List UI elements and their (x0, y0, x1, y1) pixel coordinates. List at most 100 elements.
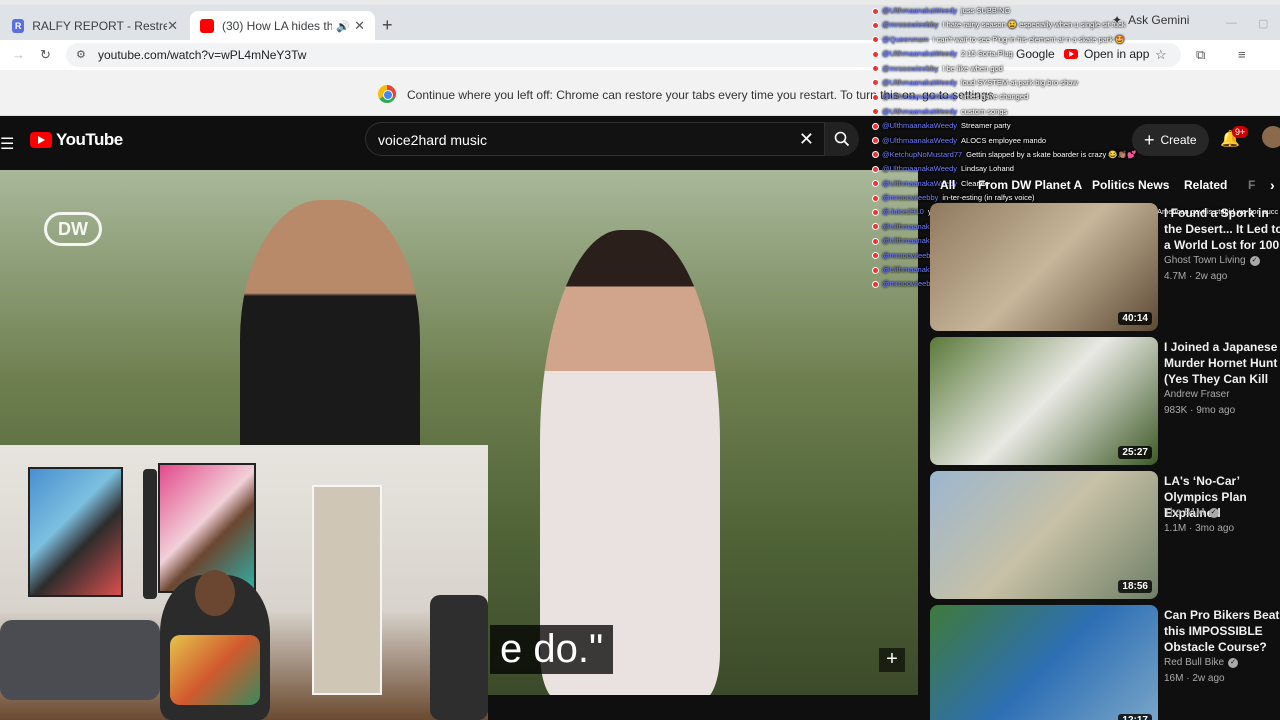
clear-search-icon[interactable]: ✕ (799, 129, 814, 150)
tab-restream[interactable]: R RALFY REPORT - Restream ✕ (2, 11, 188, 41)
upload-age: 3mo ago (1195, 523, 1235, 534)
youtube-favicon-icon (200, 19, 214, 33)
youtube-chat-icon (872, 266, 879, 274)
video-duration: 25:27 (1118, 446, 1152, 459)
video-title[interactable]: Can Pro Bikers Beat this IMPOSSIBLE Obst… (1164, 607, 1280, 655)
search-input[interactable]: voice2hard music ✕ (365, 122, 825, 156)
chat-username: @UlthmaanakaWeedy (882, 77, 958, 87)
chat-message: @UlthmaanakaWeedy Streamer party (868, 119, 1280, 133)
streamer-shirt (170, 635, 260, 705)
view-count: 16M (1164, 673, 1184, 684)
related-video-item[interactable]: 18:56 LA's ‘No-Car’ Olympics Plan Explain… (930, 471, 1280, 601)
youtube-chat-icon (872, 180, 879, 188)
chip-politics-news[interactable]: Politics News (1090, 174, 1171, 196)
chat-message: @UlthmaanakaWeedy custom songs (868, 105, 1280, 119)
chat-message: @UlthmaanakaWeedy 2:15 Sorta.Plug (868, 47, 1280, 61)
view-count: 983K (1164, 405, 1188, 416)
hamburger-menu-icon[interactable]: ☰ (0, 134, 14, 154)
youtube-chat-icon (872, 108, 879, 116)
verified-check-icon: ✓ (1249, 255, 1260, 266)
related-video-item[interactable]: 40:14 I Found a Spork in the Desert... It… (930, 203, 1280, 333)
couch (0, 620, 160, 700)
tab-title: RALFY REPORT - Restream (32, 19, 168, 33)
chrome-icon (378, 85, 396, 103)
youtube-chat-icon (872, 7, 879, 15)
youtube-logo[interactable]: YouTube (30, 130, 123, 150)
video-duration: 12:17 (1118, 714, 1152, 720)
new-tab-icon[interactable]: + (382, 15, 393, 36)
youtube-wordmark: YouTube (56, 130, 123, 149)
chip-all[interactable]: All (938, 174, 957, 196)
chat-text: i can't wait to see Plug in his element … (932, 34, 1125, 44)
chat-message: @UlthmaanakaWeedy ALOCS employee mando (868, 134, 1280, 148)
chat-username: @mrooowieebby (882, 63, 939, 73)
chat-username: @KetchupNoMustard77 (882, 149, 963, 159)
youtube-chat-icon (872, 122, 879, 130)
upload-age: 9mo ago (1196, 405, 1236, 416)
add-icon[interactable]: + (879, 648, 905, 672)
chat-username: @UlthmaanakaWeedy (882, 6, 958, 15)
chat-username: @UlthmaanakaWeedy (882, 121, 958, 131)
video-thumbnail[interactable]: 25:27 (930, 337, 1158, 465)
close-tab-icon[interactable]: ✕ (354, 18, 365, 34)
chat-message: @UlthmaanakaWeedy times have changed (868, 90, 1280, 104)
site-info-icon[interactable]: ⚙ (76, 48, 86, 61)
youtube-chat-icon (872, 137, 879, 145)
dw-watermark: DW (44, 212, 102, 246)
youtube-chat-icon (872, 50, 879, 58)
chat-message: @KetchupNoMustard77 Gettin slapped by a s… (868, 148, 1280, 162)
chat-username: @UlthmaanakaWeedy (882, 135, 958, 145)
chat-message: @mrooowieebby I be like when god (868, 62, 1280, 76)
youtube-chat-icon (872, 252, 879, 260)
search-icon (834, 131, 850, 147)
video-meta: 1.1M · 3mo ago (1164, 523, 1235, 534)
related-video-item[interactable]: 12:17 Can Pro Bikers Beat this IMPOSSIBLE… (930, 605, 1280, 720)
youtube-chat-icon (872, 21, 879, 29)
upload-age: 2w ago (1195, 271, 1228, 282)
painting-left (28, 467, 123, 597)
youtube-chat-icon (872, 280, 879, 288)
chat-username: @UlthmaanakaWeedy (882, 92, 958, 102)
chat-text: times have changed (961, 92, 1029, 102)
chat-text: I be like when god (942, 63, 1003, 73)
streamer-head (195, 570, 235, 616)
chevron-right-icon[interactable]: › (1268, 174, 1277, 196)
gaming-chair (430, 595, 488, 720)
video-thumbnail[interactable]: 40:14 (930, 203, 1158, 331)
close-tab-icon[interactable]: ✕ (167, 18, 178, 34)
forward-icon[interactable]: → (12, 47, 25, 62)
chat-text: 2:15 Sorta.Plug (961, 49, 1013, 59)
channel-name-row[interactable]: The B1M ✓ (1164, 507, 1219, 518)
chat-username: @Queenmom (882, 34, 929, 44)
video-title[interactable]: I Found a Spork in the Desert... It Led … (1164, 205, 1280, 253)
channel-name-row[interactable]: Andrew Fraser (1164, 389, 1230, 400)
reload-icon[interactable]: ↻ (40, 47, 51, 63)
chip-related[interactable]: Related (1182, 174, 1229, 196)
chat-username: @UlthmaanakaWeedy (882, 106, 958, 116)
view-count: 1.1M (1164, 523, 1187, 534)
search-button[interactable] (825, 122, 859, 156)
video-thumbnail[interactable]: 18:56 (930, 471, 1158, 599)
view-count: 4.7M (1164, 271, 1187, 282)
channel-name-row[interactable]: Ghost Town Living ✓ (1164, 255, 1260, 266)
youtube-chat-icon (872, 165, 879, 173)
video-meta: 4.7M · 2w ago (1164, 271, 1228, 282)
youtube-chat-icon (872, 151, 879, 159)
channel-name-row[interactable]: Red Bull Bike ✓ (1164, 657, 1239, 668)
verified-check-icon: ✓ (1208, 507, 1219, 518)
video-thumbnail[interactable]: 12:17 (930, 605, 1158, 720)
youtube-play-icon (30, 132, 52, 148)
chat-username: @mrooowieebby (882, 20, 939, 30)
video-caption: e do." (490, 625, 614, 674)
video-duration: 40:14 (1118, 312, 1152, 325)
video-title[interactable]: I Joined a Japanese Murder Hornet Hunt (… (1164, 339, 1280, 387)
speaker-icon[interactable]: 🔊 (336, 20, 350, 33)
tab-youtube[interactable]: (30) How LA hides thousan 🔊 ✕ (190, 11, 375, 41)
youtube-chat-icon (872, 65, 879, 73)
chat-message: @UlthmaanakaWeedy loud SYSTEM at park big… (868, 76, 1280, 90)
related-video-item[interactable]: 25:27 I Joined a Japanese Murder Hornet H… (930, 337, 1280, 467)
chat-username: @UlthmaanakaWeedy (882, 49, 958, 59)
chip-more[interactable]: F (1246, 174, 1257, 196)
chip-from-channel[interactable]: From DW Planet A (976, 174, 1084, 196)
chat-text: custom songs (961, 106, 1008, 116)
